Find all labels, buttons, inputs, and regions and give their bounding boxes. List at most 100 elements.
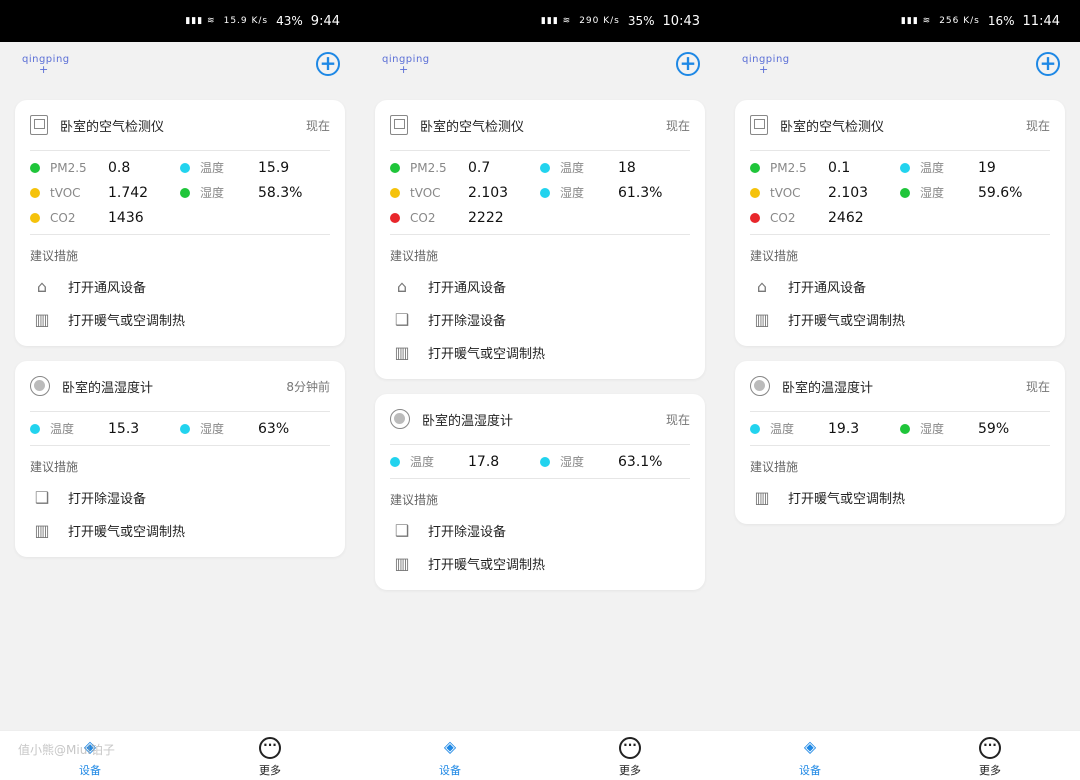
suggestions-title: 建议措施 <box>750 249 799 263</box>
status-dot-icon <box>390 162 400 173</box>
metric-name: CO2 <box>410 210 436 225</box>
suggestion-item[interactable]: ⌂ 打开通风设备 <box>390 270 690 303</box>
status-bar: ▮▮▮ ≋ 256 K/s 16% 11:44 <box>720 0 1080 42</box>
metric-item: 温度 15.3 <box>30 418 180 439</box>
card-header: 卧室的温湿度计 现在 <box>390 394 690 445</box>
add-device-button[interactable]: + <box>1036 52 1060 76</box>
metric-item: 温度 19 <box>900 157 1050 178</box>
suggestion-item[interactable]: ▥ 打开暖气或空调制热 <box>30 514 330 547</box>
metric-name: PM2.5 <box>50 160 87 175</box>
card-header: 卧室的温湿度计 现在 <box>750 361 1050 412</box>
metric-name: PM2.5 <box>410 160 447 175</box>
metric-item: CO2 1436 <box>30 207 180 228</box>
status-dot-icon <box>180 187 190 198</box>
status-dot-icon <box>540 456 550 467</box>
metric-value: 2222 <box>468 209 504 226</box>
metric-value: 2.103 <box>468 184 509 201</box>
heater-icon: ▥ <box>34 521 50 540</box>
status-dot-icon <box>390 187 400 198</box>
hygrometer-card[interactable]: 卧室的温湿度计 8分钟前 温度 15.3 湿度 63% 建议措施 ❑ 打开除湿设备 ▥ 打开暖气或空… <box>15 361 345 557</box>
status-dot-icon <box>390 212 400 223</box>
tab-devices[interactable]: ◈ 设备 <box>720 731 900 780</box>
add-device-button[interactable]: + <box>676 52 700 76</box>
metric-item: 湿度 59.6% <box>900 182 1050 203</box>
metric-value: 0.7 <box>468 159 491 176</box>
suggestion-item[interactable]: ❑ 打开除湿设备 <box>30 481 330 514</box>
card-header: 卧室的空气检测仪 现在 <box>390 100 690 151</box>
app-bar: qingping + + <box>0 42 360 94</box>
suggestion-item[interactable]: ⌂ 打开通风设备 <box>750 270 1050 303</box>
suggestion-item[interactable]: ▥ 打开暖气或空调制热 <box>30 303 330 336</box>
status-dot-icon <box>750 212 760 223</box>
vent-icon: ⌂ <box>396 277 408 296</box>
heater-icon: ▥ <box>394 343 410 362</box>
more-icon: ··· <box>619 737 641 759</box>
suggestion-item[interactable]: ▥ 打开暖气或空调制热 <box>390 336 690 369</box>
card-timestamp: 8分钟前 <box>286 379 330 394</box>
suggestion-item[interactable]: ❑ 打开除湿设备 <box>390 514 690 547</box>
hygrometer-icon <box>30 376 50 396</box>
tab-more[interactable]: ··· 更多 <box>180 731 360 780</box>
metric-value: 0.1 <box>828 159 851 176</box>
card-title: 卧室的温湿度计 <box>62 380 154 396</box>
battery-level: 16% <box>987 14 1015 28</box>
metric-value: 59% <box>978 420 1010 437</box>
metric-item: PM2.5 0.1 <box>750 157 900 178</box>
layers-icon: ◈ <box>443 737 457 756</box>
status-bar: ▮▮▮ ≋ 290 K/s 35% 10:43 <box>360 0 720 42</box>
dehumidifier-icon: ❑ <box>34 488 50 507</box>
metric-name: 温度 <box>200 161 225 175</box>
air-monitor-card[interactable]: 卧室的空气检测仪 现在 PM2.5 0.8 温度 15.9 tVOC 1.742 湿度 58.3%… <box>15 100 345 346</box>
metric-name: 湿度 <box>920 422 945 436</box>
metric-value: 1.742 <box>108 184 149 201</box>
network-speed: 256 K/s <box>939 16 980 26</box>
card-title: 卧室的温湿度计 <box>422 413 514 429</box>
suggestion-label: 打开通风设备 <box>788 281 867 296</box>
hygrometer-card[interactable]: 卧室的温湿度计 现在 温度 17.8 湿度 63.1% 建议措施 ❑ 打开除湿设备 ▥ 打开暖气或空… <box>375 394 705 590</box>
watermark: 值小熊@MiuI铂子 <box>18 743 115 757</box>
suggestion-item[interactable]: ▥ 打开暖气或空调制热 <box>750 481 1050 514</box>
air-monitor-card[interactable]: 卧室的空气检测仪 现在 PM2.5 0.1 温度 19 tVOC 2.103 湿度 59.6% CO… <box>735 100 1065 346</box>
heater-icon: ▥ <box>754 310 770 329</box>
metric-name: 湿度 <box>200 186 225 200</box>
status-dot-icon <box>900 187 910 198</box>
battery-level: 35% <box>627 14 655 28</box>
suggestions-title: 建议措施 <box>390 249 439 263</box>
suggestion-item[interactable]: ⌂ 打开通风设备 <box>30 270 330 303</box>
clock: 9:44 <box>310 13 340 29</box>
signal-wifi-icon: ▮▮▮ ≋ <box>900 16 932 26</box>
tab-devices[interactable]: ◈ 设备 <box>360 731 540 780</box>
tab-label: 设备 <box>79 764 101 777</box>
app-logo: qingping + <box>22 54 70 76</box>
clock: 10:43 <box>662 13 700 29</box>
heater-icon: ▥ <box>754 488 770 507</box>
tab-more[interactable]: ··· 更多 <box>540 731 720 780</box>
suggestion-item[interactable]: ❑ 打开除湿设备 <box>390 303 690 336</box>
tab-more[interactable]: ··· 更多 <box>900 731 1080 780</box>
suggestion-item[interactable]: ▥ 打开暖气或空调制热 <box>390 547 690 580</box>
metric-item: 湿度 61.3% <box>540 182 690 203</box>
layers-icon: ◈ <box>803 737 817 756</box>
hygrometer-card[interactable]: 卧室的温湿度计 现在 温度 19.3 湿度 59% 建议措施 ▥ 打开暖气或空调制热 <box>735 361 1065 524</box>
add-device-button[interactable]: + <box>316 52 340 76</box>
metric-value: 63% <box>258 420 290 437</box>
metric-value: 15.3 <box>108 420 140 437</box>
metric-item: 湿度 63% <box>180 418 330 439</box>
card-title: 卧室的空气检测仪 <box>60 119 165 135</box>
air-monitor-card[interactable]: 卧室的空气检测仪 现在 PM2.5 0.7 温度 18 tVOC 2.103 湿度 61.3% CO… <box>375 100 705 379</box>
vent-icon: ⌂ <box>36 277 48 296</box>
status-dot-icon <box>30 212 40 223</box>
metrics-grid: 温度 19.3 湿度 59% <box>750 412 1050 446</box>
card-title: 卧室的温湿度计 <box>782 380 874 396</box>
suggestion-label: 打开除湿设备 <box>428 314 507 329</box>
card-header: 卧室的空气检测仪 现在 <box>750 100 1050 151</box>
metric-item: 湿度 58.3% <box>180 182 330 203</box>
card-timestamp: 现在 <box>665 412 690 427</box>
metrics-grid: PM2.5 0.1 温度 19 tVOC 2.103 湿度 59.6% CO2 2462 <box>750 151 1050 235</box>
suggestion-item[interactable]: ▥ 打开暖气或空调制热 <box>750 303 1050 336</box>
card-timestamp: 现在 <box>665 118 690 133</box>
metric-name: 温度 <box>560 161 585 175</box>
status-dot-icon <box>900 423 910 434</box>
metrics-grid: PM2.5 0.8 温度 15.9 tVOC 1.742 湿度 58.3% CO2 1436 <box>30 151 330 235</box>
status-dot-icon <box>540 162 550 173</box>
